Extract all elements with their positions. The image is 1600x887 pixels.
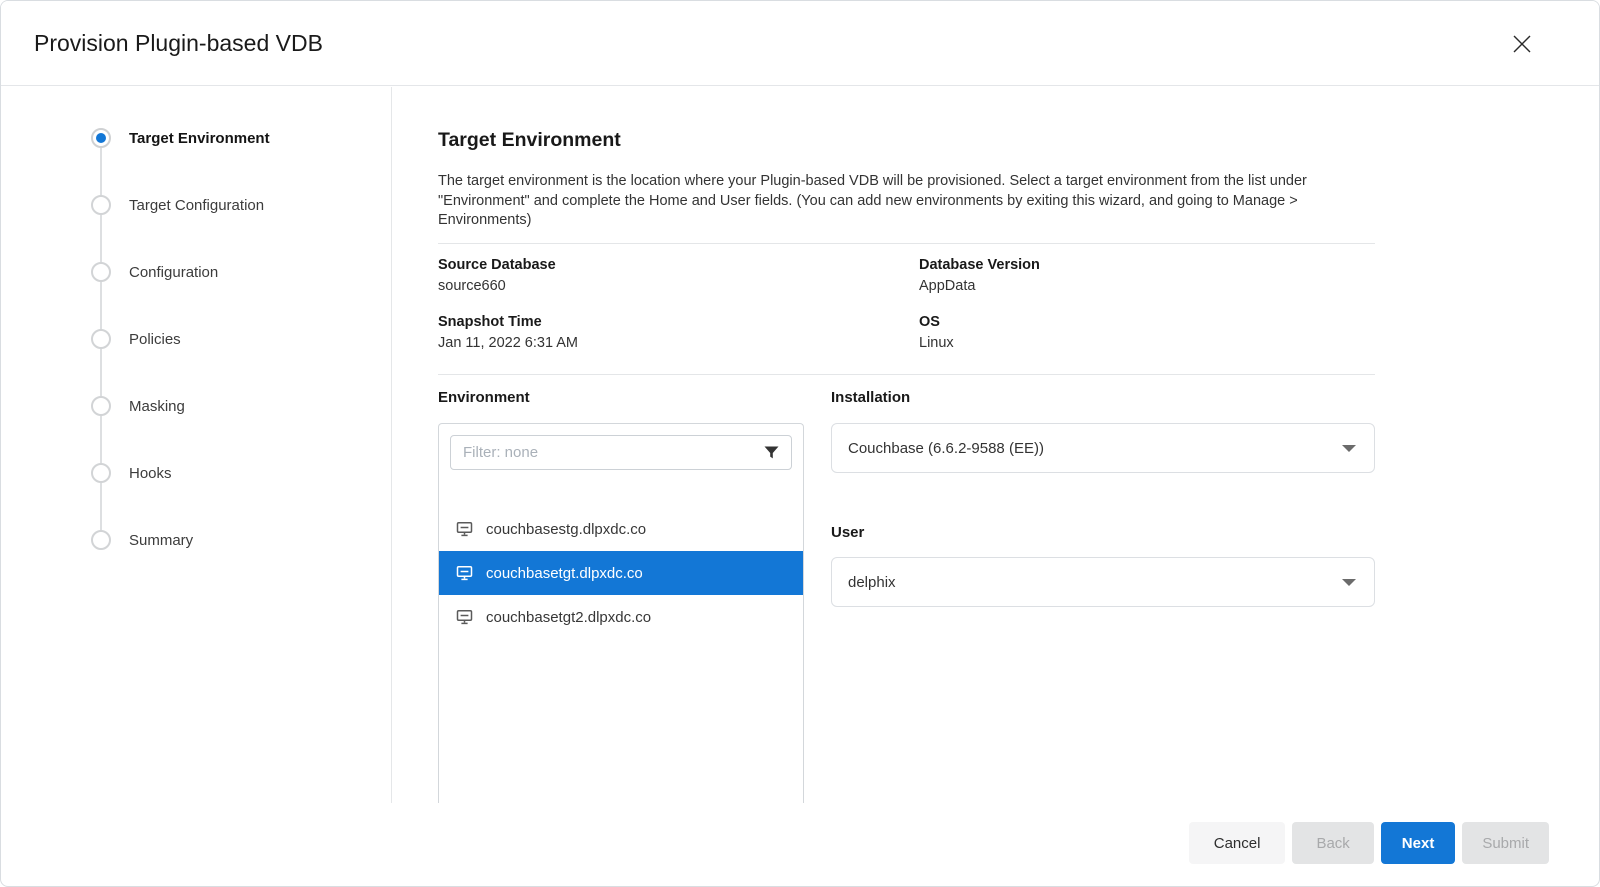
environment-label: Environment [438,389,530,406]
step-indicator-icon [91,262,111,282]
chevron-down-icon [1342,445,1356,452]
dialog-title: Provision Plugin-based VDB [34,1,323,86]
source-database-label: Source Database [438,257,556,273]
step-label: Summary [129,532,193,549]
step-policies[interactable]: Policies [91,328,181,350]
step-target-environment[interactable]: Target Environment [91,127,270,149]
step-label: Hooks [129,465,172,482]
user-selected-value: delphix [832,574,896,591]
step-label: Target Environment [129,130,270,147]
snapshot-time-label: Snapshot Time [438,314,542,330]
divider [438,374,1375,375]
installation-label: Installation [831,389,910,406]
installation-selected-value: Couchbase (6.6.2-9588 (EE)) [832,440,1044,457]
environment-option-selected[interactable]: couchbasetgt.dlpxdc.co [439,551,803,595]
filter-icon[interactable] [764,446,779,459]
environment-options: couchbasestg.dlpxdc.co couchbasetgt.dlpx… [439,507,803,639]
step-indicator-icon [91,128,111,148]
back-button[interactable]: Back [1292,822,1373,864]
environment-option-label: couchbasetgt.dlpxdc.co [486,565,643,582]
divider [438,243,1375,244]
environment-option-label: couchbasetgt2.dlpxdc.co [486,609,651,626]
installation-select[interactable]: Couchbase (6.6.2-9588 (EE)) [831,423,1375,473]
host-monitor-icon [456,521,473,537]
step-indicator-icon [91,195,111,215]
step-indicator-icon [91,396,111,416]
host-monitor-icon [456,565,473,581]
dialog-footer: Cancel Back Next Submit [1189,822,1549,864]
step-label: Configuration [129,264,218,281]
step-hooks[interactable]: Hooks [91,462,172,484]
database-version-label: Database Version [919,257,1040,273]
submit-button[interactable]: Submit [1462,822,1549,864]
environment-option-label: couchbasestg.dlpxdc.co [486,521,646,538]
page-title: Target Environment [438,129,621,152]
step-configuration[interactable]: Configuration [91,261,218,283]
close-icon [1509,45,1535,60]
step-label: Policies [129,331,181,348]
step-masking[interactable]: Masking [91,395,185,417]
provision-vdb-dialog: Provision Plugin-based VDB Target Enviro… [0,0,1600,887]
chevron-down-icon [1342,579,1356,586]
wizard-stepper: Target Environment Target Configuration … [1,87,392,803]
os-value: Linux [919,335,954,351]
step-label: Target Configuration [129,197,264,214]
environment-filter [450,435,792,470]
step-summary[interactable]: Summary [91,529,193,551]
host-monitor-icon [456,609,473,625]
filter-input[interactable] [451,444,764,461]
environment-option[interactable]: couchbasestg.dlpxdc.co [439,507,803,551]
environment-list: couchbasestg.dlpxdc.co couchbasetgt.dlpx… [438,423,804,803]
dialog-header: Provision Plugin-based VDB [1,1,1599,86]
step-indicator-icon [91,329,111,349]
os-label: OS [919,314,940,330]
environment-option[interactable]: couchbasetgt2.dlpxdc.co [439,595,803,639]
user-select[interactable]: delphix [831,557,1375,607]
database-version-value: AppData [919,278,975,294]
step-target-configuration[interactable]: Target Configuration [91,194,264,216]
source-database-value: source660 [438,278,506,294]
cancel-button[interactable]: Cancel [1189,822,1286,864]
page-description: The target environment is the location w… [438,172,1350,231]
snapshot-time-value: Jan 11, 2022 6:31 AM [438,335,578,351]
next-button[interactable]: Next [1381,822,1456,864]
step-label: Masking [129,398,185,415]
user-label: User [831,524,864,541]
step-indicator-icon [91,530,111,550]
close-button[interactable] [1509,31,1535,57]
step-indicator-icon [91,463,111,483]
